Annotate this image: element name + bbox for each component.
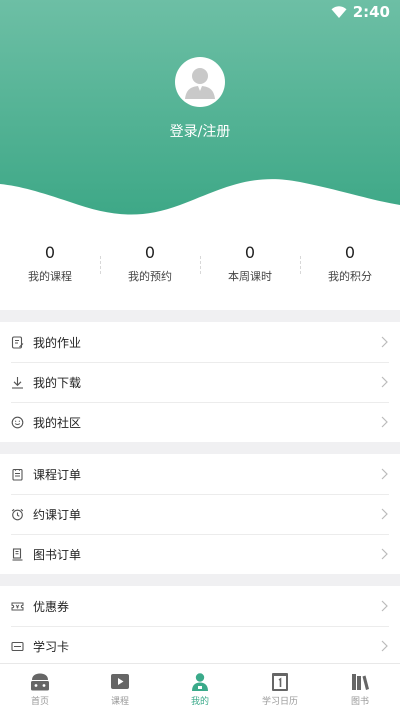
books-icon xyxy=(352,674,369,690)
tab-home[interactable]: 首页 xyxy=(0,664,80,711)
chevron-right-icon xyxy=(381,336,388,348)
menu-item-study-card[interactable]: 学习卡 xyxy=(0,626,400,663)
status-bar: 2:40 xyxy=(331,3,390,21)
menu-item-label: 我的作业 xyxy=(33,335,82,350)
wifi-icon xyxy=(331,6,347,18)
chevron-right-icon xyxy=(381,508,388,520)
tab-label: 首页 xyxy=(30,697,49,707)
download-icon xyxy=(11,376,24,389)
menu-item-downloads[interactable]: 我的下载 xyxy=(0,362,400,402)
stat-label: 我的积分 xyxy=(328,270,372,283)
menu-item-label: 图书订单 xyxy=(33,547,82,562)
chevron-right-icon xyxy=(381,548,388,560)
menu-item-label: 约课订单 xyxy=(33,507,82,522)
card-icon xyxy=(11,640,24,653)
calendar-icon xyxy=(272,673,288,691)
avatar[interactable] xyxy=(175,57,225,107)
stat-value: 0 xyxy=(244,243,256,262)
alarm-clock-icon xyxy=(11,508,24,521)
tab-label: 学习日历 xyxy=(261,697,298,707)
homework-icon xyxy=(11,335,24,349)
tab-label: 我的 xyxy=(190,697,209,707)
chevron-right-icon xyxy=(381,376,388,388)
menu-item-appointment-orders[interactable]: 约课订单 xyxy=(0,494,400,534)
menu-item-course-orders[interactable]: 课程订单 xyxy=(0,454,400,494)
bottom-tab-bar: 首页 课程 我的 学习日历 图书 xyxy=(0,663,400,711)
chevron-right-icon xyxy=(381,468,388,480)
menu-item-community[interactable]: 我的社区 xyxy=(0,402,400,442)
header-wave-background xyxy=(0,0,400,230)
book-order-icon xyxy=(11,547,24,561)
menu-item-homework[interactable]: 我的作业 xyxy=(0,322,400,362)
status-time: 2:40 xyxy=(352,3,390,21)
stat-value: 0 xyxy=(344,243,356,262)
menu-item-label: 课程订单 xyxy=(33,467,82,482)
tab-label: 课程 xyxy=(110,697,129,707)
menu-item-label: 我的社区 xyxy=(33,415,82,430)
menu-item-label: 学习卡 xyxy=(33,639,70,654)
menu-group-personal: 我的作业 我的下载 我的社区 xyxy=(0,322,400,442)
stat-label: 我的预约 xyxy=(128,270,172,283)
tab-books[interactable]: 图书 xyxy=(320,664,400,711)
tab-mine[interactable]: 我的 xyxy=(160,664,240,711)
stat-value: 0 xyxy=(44,243,56,262)
video-icon xyxy=(111,674,129,689)
menu-group-orders: 课程订单 约课订单 图书订单 xyxy=(0,454,400,574)
stat-label: 本周课时 xyxy=(228,270,272,283)
chevron-right-icon xyxy=(381,640,388,652)
chevron-right-icon xyxy=(381,416,388,428)
menu-item-coupons[interactable]: 优惠券 xyxy=(0,586,400,626)
default-avatar-icon xyxy=(185,68,215,99)
profile-screen: 2:40 登录/注册 0 我的课程 0 我的预约 0 本周课时 0 我的积分 我… xyxy=(0,0,400,711)
profile-header: 2:40 登录/注册 xyxy=(0,0,400,230)
menu-group-wallet: 优惠券 学习卡 xyxy=(0,586,400,663)
login-register-link[interactable]: 登录/注册 xyxy=(0,121,400,141)
chevron-right-icon xyxy=(381,600,388,612)
user-icon xyxy=(192,673,208,691)
stat-weekly-hours[interactable]: 0 本周课时 xyxy=(200,230,300,310)
menu-item-label: 优惠券 xyxy=(33,599,70,614)
menu-item-book-orders[interactable]: 图书订单 xyxy=(0,534,400,574)
menu-item-label: 我的下载 xyxy=(33,375,82,390)
course-order-icon xyxy=(11,468,24,481)
community-icon xyxy=(11,416,24,429)
tab-courses[interactable]: 课程 xyxy=(80,664,160,711)
coupon-icon xyxy=(11,600,24,613)
home-icon xyxy=(31,673,49,691)
tab-label: 图书 xyxy=(350,697,369,707)
stat-value: 0 xyxy=(144,243,156,262)
stats-panel: 0 我的课程 0 我的预约 0 本周课时 0 我的积分 xyxy=(0,230,400,310)
stat-my-courses[interactable]: 0 我的课程 xyxy=(0,230,100,310)
stat-label: 我的课程 xyxy=(28,270,72,283)
stat-my-appointments[interactable]: 0 我的预约 xyxy=(100,230,200,310)
tab-study-calendar[interactable]: 学习日历 xyxy=(240,664,320,711)
stat-my-points[interactable]: 0 我的积分 xyxy=(300,230,400,310)
